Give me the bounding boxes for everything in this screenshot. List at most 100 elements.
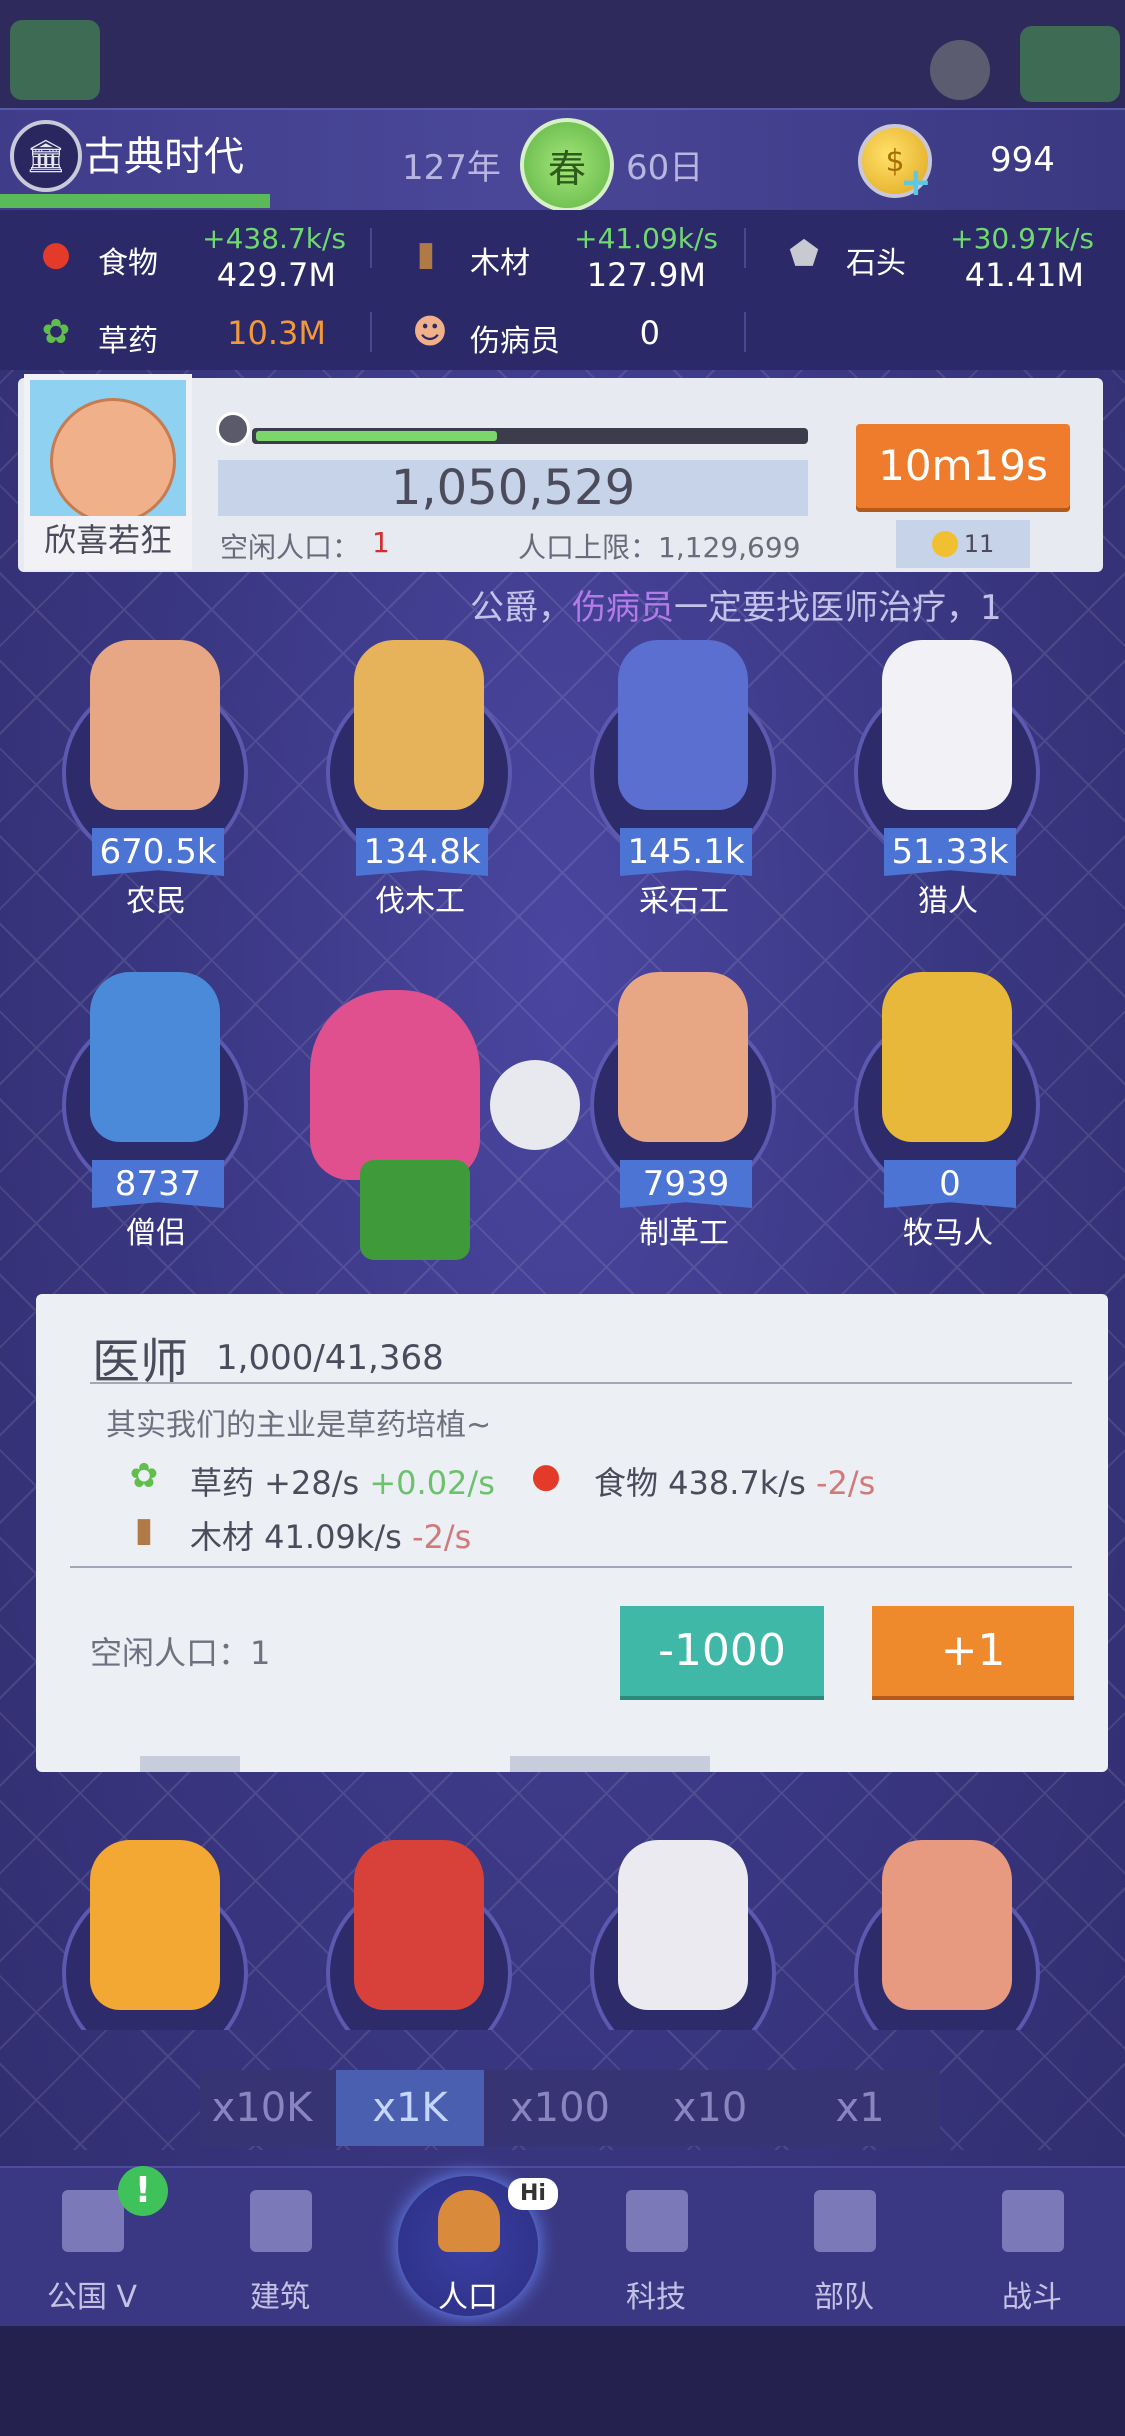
profession-count: 7939 bbox=[620, 1160, 752, 1208]
divider bbox=[744, 312, 746, 352]
lumberjack-icon bbox=[354, 640, 484, 810]
effect-food: 食物 438.7k/s -2/s bbox=[594, 1458, 875, 1504]
population-progress-fill bbox=[256, 431, 497, 441]
top-scene bbox=[0, 0, 1125, 108]
resource-value-wounded: 0 bbox=[639, 314, 660, 352]
timer-button[interactable]: 10m19s bbox=[856, 424, 1070, 508]
profession-name: 猎人 bbox=[918, 884, 978, 919]
resource-value-stone: 41.41M bbox=[964, 256, 1084, 294]
profession-lumberjack[interactable]: 134.8k 伐木工 bbox=[320, 640, 520, 919]
nav-buildings[interactable]: 建筑 bbox=[200, 2190, 360, 2320]
old-scholar-icon bbox=[618, 1840, 748, 2010]
house-icon bbox=[250, 2190, 312, 2252]
hunter-icon bbox=[882, 640, 1012, 810]
mood-label: 欣喜若狂 bbox=[30, 516, 186, 564]
girl-tomato-hat-icon bbox=[354, 1840, 484, 2010]
effect-delta: +0.02/s bbox=[369, 1464, 495, 1502]
quarryman-icon bbox=[618, 640, 748, 810]
horse-herder-icon bbox=[882, 972, 1012, 1142]
effect-label: 木材 41.09k/s bbox=[190, 1518, 412, 1556]
idle-population-value: 1 bbox=[372, 526, 390, 559]
profession-character[interactable] bbox=[56, 1840, 256, 2030]
tree-decoration bbox=[1020, 26, 1120, 102]
profession-character[interactable] bbox=[584, 1840, 784, 2030]
doctor-character[interactable] bbox=[300, 990, 600, 1270]
add-one-button[interactable]: +1 bbox=[872, 1606, 1074, 1696]
profession-farmer[interactable]: 670.5k 农民 bbox=[56, 640, 256, 919]
book-icon bbox=[626, 2190, 688, 2252]
castle-icon bbox=[62, 2190, 124, 2252]
nav-technology[interactable]: 科技 bbox=[576, 2190, 736, 2320]
clock-icon bbox=[216, 412, 250, 446]
profession-name: 制革工 bbox=[639, 1216, 729, 1251]
panel-description: 其实我们的主业是草药培植~ bbox=[106, 1408, 492, 1443]
multiplier-x1[interactable]: x1 bbox=[786, 2070, 934, 2146]
resource-name-stone: 石头 bbox=[846, 246, 906, 281]
nav-battle[interactable]: 战斗 bbox=[952, 2190, 1112, 2320]
nav-label: 公国 V bbox=[46, 2280, 138, 2315]
profession-count: 51.33k bbox=[884, 828, 1016, 876]
divider bbox=[744, 228, 746, 268]
home-indicator-area bbox=[0, 2326, 1125, 2436]
multiplier-x1k[interactable]: x1K bbox=[336, 2070, 484, 2146]
profession-tanner[interactable]: 7939 制革工 bbox=[584, 972, 784, 1251]
resource-name-food: 食物 bbox=[98, 246, 158, 281]
girl-blue-bow-icon bbox=[90, 1840, 220, 2010]
resource-rate-wood: +41.09k/s bbox=[574, 222, 718, 255]
herb-icon: ✿ bbox=[41, 312, 71, 352]
person-icon bbox=[438, 2190, 500, 2252]
leader-avatar[interactable]: 欣喜若狂 bbox=[24, 374, 192, 570]
swords-icon bbox=[1002, 2190, 1064, 2252]
ticker-suffix: 一定要找医师治疗，1 bbox=[674, 588, 1002, 628]
profession-hunter[interactable]: 51.33k 猎人 bbox=[848, 640, 1048, 919]
panel-count: 1,000/41,368 bbox=[216, 1338, 444, 1378]
nav-label: 建筑 bbox=[250, 2280, 310, 2315]
profession-quarryman[interactable]: 145.1k 采石工 bbox=[584, 640, 784, 919]
effect-herb: 草药 +28/s +0.02/s bbox=[190, 1458, 495, 1504]
profession-character[interactable] bbox=[848, 1840, 1048, 2030]
doctor-robe-icon bbox=[360, 1160, 470, 1260]
resource-rate-stone: +30.97k/s bbox=[950, 222, 1094, 255]
resource-value-herb: 10.3M bbox=[227, 314, 326, 352]
season-badge: 春 bbox=[520, 118, 614, 212]
multiplier-x100[interactable]: x100 bbox=[486, 2070, 634, 2146]
nav-label: 战斗 bbox=[1002, 2280, 1062, 2315]
effect-delta: -2/s bbox=[815, 1464, 876, 1502]
profession-count: 670.5k bbox=[92, 828, 224, 876]
resource-name-herb: 草药 bbox=[98, 324, 158, 359]
add-coins-icon[interactable]: + bbox=[900, 160, 932, 204]
red-beard-icon bbox=[882, 1840, 1012, 2010]
profession-character[interactable] bbox=[320, 1840, 520, 2030]
panel-tab[interactable] bbox=[510, 1756, 710, 1772]
divider bbox=[370, 228, 372, 268]
profession-name: 采石工 bbox=[639, 884, 729, 919]
divider bbox=[90, 1382, 1072, 1384]
profession-monk[interactable]: 8737 僧侣 bbox=[56, 972, 256, 1251]
profession-count: 8737 bbox=[92, 1160, 224, 1208]
profession-name: 伐木工 bbox=[375, 884, 465, 919]
profession-name: 僧侣 bbox=[126, 1216, 186, 1251]
wounded-icon: ☻ bbox=[412, 312, 448, 352]
profession-count: 134.8k bbox=[356, 828, 488, 876]
day-label: 60日 bbox=[626, 148, 704, 188]
apple-icon: ● bbox=[41, 234, 71, 274]
effect-label: 草药 +28/s bbox=[190, 1464, 370, 1502]
face-icon bbox=[50, 398, 176, 524]
effect-delta: -2/s bbox=[411, 1518, 472, 1556]
doctor-hair-icon bbox=[310, 990, 480, 1180]
resource-name-wood: 木材 bbox=[470, 246, 530, 281]
alert-badge: ! bbox=[118, 2166, 168, 2216]
resource-value-wood: 127.9M bbox=[586, 256, 706, 294]
panel-tab[interactable] bbox=[140, 1756, 240, 1772]
remove-1000-button[interactable]: -1000 bbox=[620, 1606, 824, 1696]
temple-icon[interactable]: 🏛 bbox=[10, 120, 82, 192]
divider bbox=[70, 1566, 1072, 1568]
banner-icon bbox=[814, 2190, 876, 2252]
profession-horse-herder[interactable]: 0 牧马人 bbox=[848, 972, 1048, 1251]
ticker-prefix: 公爵， bbox=[470, 588, 572, 628]
multiplier-x10k[interactable]: x10K bbox=[188, 2070, 336, 2146]
nav-label: 科技 bbox=[626, 2280, 686, 2315]
farmer-icon bbox=[90, 640, 220, 810]
multiplier-x10[interactable]: x10 bbox=[636, 2070, 784, 2146]
nav-troops[interactable]: 部队 bbox=[764, 2190, 924, 2320]
